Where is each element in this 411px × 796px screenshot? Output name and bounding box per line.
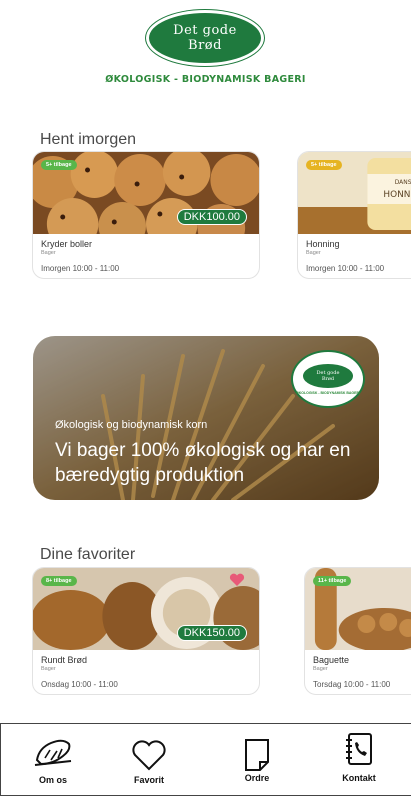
phone-book-icon: [346, 733, 372, 765]
nav-item-contact[interactable]: Kontakt: [319, 724, 399, 796]
product-card[interactable]: DANSK HONNING 5+ tilbage Honning Bager I…: [297, 151, 411, 279]
banner-logo-tagline: ØKOLOGISK - BIODYNAMISK BAGERI: [296, 390, 360, 395]
nav-item-about[interactable]: Om os: [13, 724, 93, 796]
app-screen: Det gode Brød ØKOLOGISK - BIODYNAMISK BA…: [0, 0, 411, 796]
product-name: Honning: [306, 239, 340, 249]
product-category: Bager: [306, 250, 321, 256]
logo-line2: Brød: [188, 38, 222, 53]
product-card[interactable]: 8+ tilbage DKK150.00 Rundt Brød Bager On…: [32, 567, 260, 695]
product-category: Bager: [41, 666, 56, 672]
brand-logo: Det gode Brød: [146, 10, 264, 66]
price-tag: DKK100.00: [176, 209, 247, 225]
bottom-navigation: Om os Favorit Ordre Kontakt: [0, 723, 411, 796]
product-name: Kryder boller: [41, 239, 93, 249]
banner-title: Vi bager 100% økologisk og har en bæredy…: [55, 440, 351, 486]
nav-item-orders[interactable]: Ordre: [217, 724, 297, 796]
heart-filled-icon[interactable]: [229, 573, 245, 587]
stock-badge: 11+ tilbage: [313, 576, 352, 586]
stock-badge: 5+ tilbage: [306, 160, 342, 170]
price-tag: DKK150.00: [176, 625, 247, 641]
stock-badge: 5+ tilbage: [41, 160, 77, 170]
banner-subtitle: Økologisk og biodynamisk korn: [55, 419, 208, 431]
nav-label-about: Om os: [38, 775, 67, 785]
banner-logo: Det gode Brød ØKOLOGISK - BIODYNAMISK BAG…: [291, 350, 365, 408]
banner-logo-oval: Det gode Brød: [303, 363, 353, 388]
stock-badge: 8+ tilbage: [41, 576, 77, 586]
nav-label-favorite: Favorit: [133, 775, 164, 785]
promo-banner[interactable]: Det gode Brød ØKOLOGISK - BIODYNAMISK BAG…: [33, 336, 379, 500]
svg-text:HONNING: HONNING: [383, 190, 411, 200]
product-category: Bager: [313, 666, 328, 672]
pickup-time: Imorgen 10:00 - 11:00: [306, 264, 385, 273]
nav-label-orders: Ordre: [244, 773, 270, 783]
banner-logo-line2: Brød: [321, 375, 335, 382]
svg-text:DANSK: DANSK: [395, 179, 411, 186]
pickup-time: Imorgen 10:00 - 11:00: [41, 264, 120, 273]
product-card[interactable]: 11+ tilbage Baguette Bager Torsdag 10:00…: [304, 567, 411, 695]
pickup-time: Onsdag 10:00 - 11:00: [41, 680, 118, 689]
pickup-time: Torsdag 10:00 - 11:00: [313, 680, 391, 689]
product-name: Baguette: [313, 655, 350, 665]
nav-label-contact: Kontakt: [342, 773, 376, 783]
heart-outline-icon: [132, 740, 166, 771]
product-category: Bager: [41, 250, 56, 256]
logo-line1: Det gode: [173, 23, 237, 38]
section-title-favorites: Dine favoriter: [40, 546, 136, 563]
brand-tagline: ØKOLOGISK - BIODYNAMISK BAGERI: [105, 74, 306, 85]
product-card[interactable]: 5+ tilbage DKK100.00 Kryder boller Bager…: [32, 151, 260, 279]
logo-oval: Det gode Brød: [146, 10, 264, 66]
nav-item-favorite[interactable]: Favorit: [109, 724, 189, 796]
product-name: Rundt Brød: [41, 655, 88, 665]
order-document-icon: [245, 739, 269, 771]
bread-icon: [34, 739, 72, 766]
section-title-pickup: Hent imorgen: [40, 131, 137, 148]
